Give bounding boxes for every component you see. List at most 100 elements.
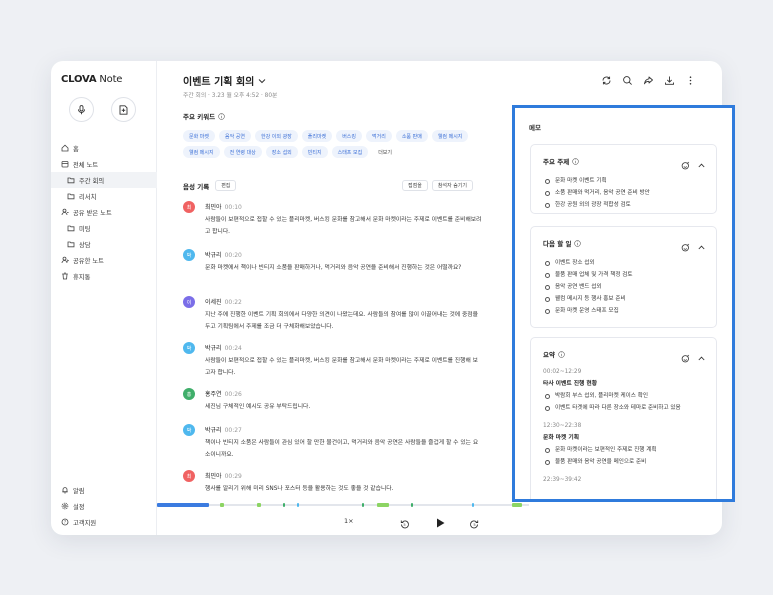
sidebar-item-home[interactable]: 홈: [51, 140, 157, 156]
timeline-marker[interactable]: [472, 503, 474, 507]
collapse-button[interactable]: [697, 155, 706, 174]
keyword-chip[interactable]: 빈티지: [301, 146, 328, 158]
utterance-time[interactable]: 00:26: [225, 391, 242, 398]
utterance-time[interactable]: 00:29: [225, 473, 242, 480]
keyword-chip[interactable]: 먹거리: [366, 130, 392, 142]
timeline-marker[interactable]: [377, 503, 389, 507]
keyword-chip[interactable]: 플리마켓: [301, 130, 333, 142]
sidebar-item-shared-notes[interactable]: 공유한 노트: [51, 252, 157, 268]
sidebar-item-meeting[interactable]: 미팅: [51, 220, 157, 236]
sidebar-item-support[interactable]: ? 고객지원: [51, 514, 157, 530]
keywords-more-button[interactable]: 더보기: [372, 146, 398, 158]
clova-note-logo[interactable]: CLOVA Note: [61, 74, 122, 85]
keyword-chip[interactable]: 장소 섭외: [265, 146, 298, 158]
timeline-marker[interactable]: [362, 503, 364, 507]
sidebar-item-research[interactable]: 리서치: [51, 188, 157, 204]
record-button[interactable]: [69, 97, 94, 122]
playback-speed-button[interactable]: 1×: [344, 517, 354, 525]
sidebar-item-trash[interactable]: 휴지통: [51, 268, 157, 284]
info-icon[interactable]: [572, 157, 579, 165]
search-button[interactable]: [621, 74, 633, 86]
timeline-marker[interactable]: [283, 503, 285, 507]
list-item: 문화 마켓 이벤트 기획: [545, 175, 715, 187]
sidebar-item-label: 공유한 노트: [73, 257, 104, 265]
rewind-button[interactable]: 5: [399, 515, 410, 534]
keyword-chip[interactable]: 버스킹: [336, 130, 362, 142]
new-note-button[interactable]: [111, 97, 136, 122]
summary-section-title: 타사 이벤트 진행 현황: [543, 381, 598, 387]
info-icon[interactable]: [218, 112, 225, 120]
info-icon[interactable]: [558, 350, 565, 358]
share-user-icon: [61, 256, 69, 264]
utterance-time[interactable]: 00:24: [225, 345, 242, 352]
forward-button[interactable]: 5: [469, 515, 480, 534]
download-button[interactable]: [663, 74, 675, 86]
folder-icon: [67, 241, 75, 248]
transcript-entry[interactable]: 박 박규리 00:20 문화 마켓에서 책이나 빈티지 소품을 판매하거나, 먹거…: [183, 249, 483, 285]
ai-refresh-button[interactable]: [681, 237, 690, 256]
keyword-chip[interactable]: 웰컴 메시지: [183, 146, 220, 158]
timeline-marker[interactable]: [297, 503, 299, 507]
transcript-entry[interactable]: 박 박규리 00:24 사람들이 보편적으로 접할 수 있는 플리마켓, 버스킹 …: [183, 342, 483, 378]
list-item: 이벤트 장소 섭외: [545, 257, 715, 269]
sidebar-item-consulting[interactable]: 상담: [51, 236, 157, 252]
utterance-time[interactable]: 00:27: [225, 427, 242, 434]
collapse-button[interactable]: [697, 237, 706, 256]
info-icon[interactable]: [574, 239, 582, 247]
sidebar-item-weekly-meeting[interactable]: 주간 회의: [51, 172, 157, 188]
keyword-chip[interactable]: 음악 공연: [219, 130, 251, 142]
sidebar-item-notifications[interactable]: 알림: [51, 482, 157, 498]
ai-refresh-button[interactable]: [681, 348, 690, 367]
sidebar-item-all-notes[interactable]: 전체 노트: [51, 156, 157, 172]
utterance-time[interactable]: 00:10: [225, 204, 242, 211]
speaker-avatar: 홍: [183, 388, 195, 400]
list-item: 한강 공원 외의 광장 적합성 검토: [545, 199, 715, 211]
card-title: 요약: [543, 351, 555, 359]
summary-section-title: 문화 마켓 기획: [543, 435, 580, 441]
speaker-line: 홍주연 00:26: [205, 389, 242, 398]
edit-button[interactable]: 편집: [215, 180, 237, 191]
sidebar-item-settings[interactable]: 설정: [51, 498, 157, 514]
keyword-chip[interactable]: 웰컴 메시지: [431, 130, 469, 142]
transcript-entry[interactable]: 홍 홍주연 00:26 세진님 구체적인 예시도 공유 부탁드립니다.: [183, 388, 483, 412]
summary-time-range[interactable]: 12:30~22:38: [543, 420, 715, 432]
keyword-chip[interactable]: 스태프 모집: [331, 146, 369, 158]
hide-participants-button[interactable]: 참석자 숨기기: [431, 180, 474, 191]
sidebar-item-shared-with-me[interactable]: 공유 받은 노트: [51, 204, 157, 220]
sidebar-nav: 홈 전체 노트 주간 회의 리서치 공유 받은 노트 미팅 상담 공유한 노트 …: [51, 140, 157, 284]
transcript-entry[interactable]: 이 이세진 00:22 지난 주에 진행한 이벤트 기획 회의에서 다양한 의견이…: [183, 296, 483, 332]
transcript-entry[interactable]: 최 최민아 00:29 행사를 알리기 위해 미리 SNS나 포스터 등을 활용하…: [183, 470, 483, 498]
timeline-marker[interactable]: [411, 503, 413, 507]
utterance-time[interactable]: 00:20: [225, 252, 242, 259]
keyword-chip[interactable]: 문화 마켓: [183, 130, 215, 142]
bookmark-button[interactable]: 접점을: [402, 180, 428, 191]
timeline-marker[interactable]: [512, 503, 522, 507]
keyword-chip[interactable]: 소품 판매: [395, 130, 428, 142]
utterance-time[interactable]: 00:22: [225, 299, 242, 306]
more-menu-button[interactable]: [684, 74, 696, 86]
speaker-line: 이세진 00:22: [205, 297, 242, 306]
transcript-entry[interactable]: 박 박규리 00:27 책이나 빈티지 소품은 사람들이 관심 있어 할 만한 물…: [183, 424, 483, 460]
speaker-avatar: 최: [183, 470, 195, 482]
timeline-marker[interactable]: [220, 503, 224, 507]
sync-button[interactable]: [600, 74, 612, 86]
share-button[interactable]: [642, 74, 654, 86]
collapse-button[interactable]: [697, 348, 706, 367]
ai-refresh-button[interactable]: [681, 155, 690, 174]
forward-icon: 5: [470, 520, 479, 529]
keyword-chip[interactable]: 전 연령 대상: [223, 146, 262, 158]
sidebar-item-label: 설정: [73, 503, 85, 511]
summary-time-range[interactable]: 00:02~12:29: [543, 366, 715, 378]
note-title[interactable]: 이벤트 기획 회의: [183, 73, 266, 88]
transcript-entry[interactable]: 최 최민아 00:10 사람들이 보편적으로 접할 수 있는 플리마켓, 버스킹 …: [183, 201, 483, 237]
smile-sparkle-icon: [681, 161, 690, 170]
audio-timeline[interactable]: [157, 502, 529, 508]
card-title: 주요 주제: [543, 158, 570, 166]
speaker-name: 박규리: [205, 427, 222, 434]
summary-time-range[interactable]: 22:39~39:42: [543, 474, 715, 486]
card-actions: [681, 155, 706, 174]
play-button[interactable]: [434, 514, 446, 533]
keyword-chip[interactable]: 한강 이외 광장: [255, 130, 298, 142]
card-heading: 주요 주제: [543, 156, 579, 166]
timeline-marker[interactable]: [257, 503, 261, 507]
